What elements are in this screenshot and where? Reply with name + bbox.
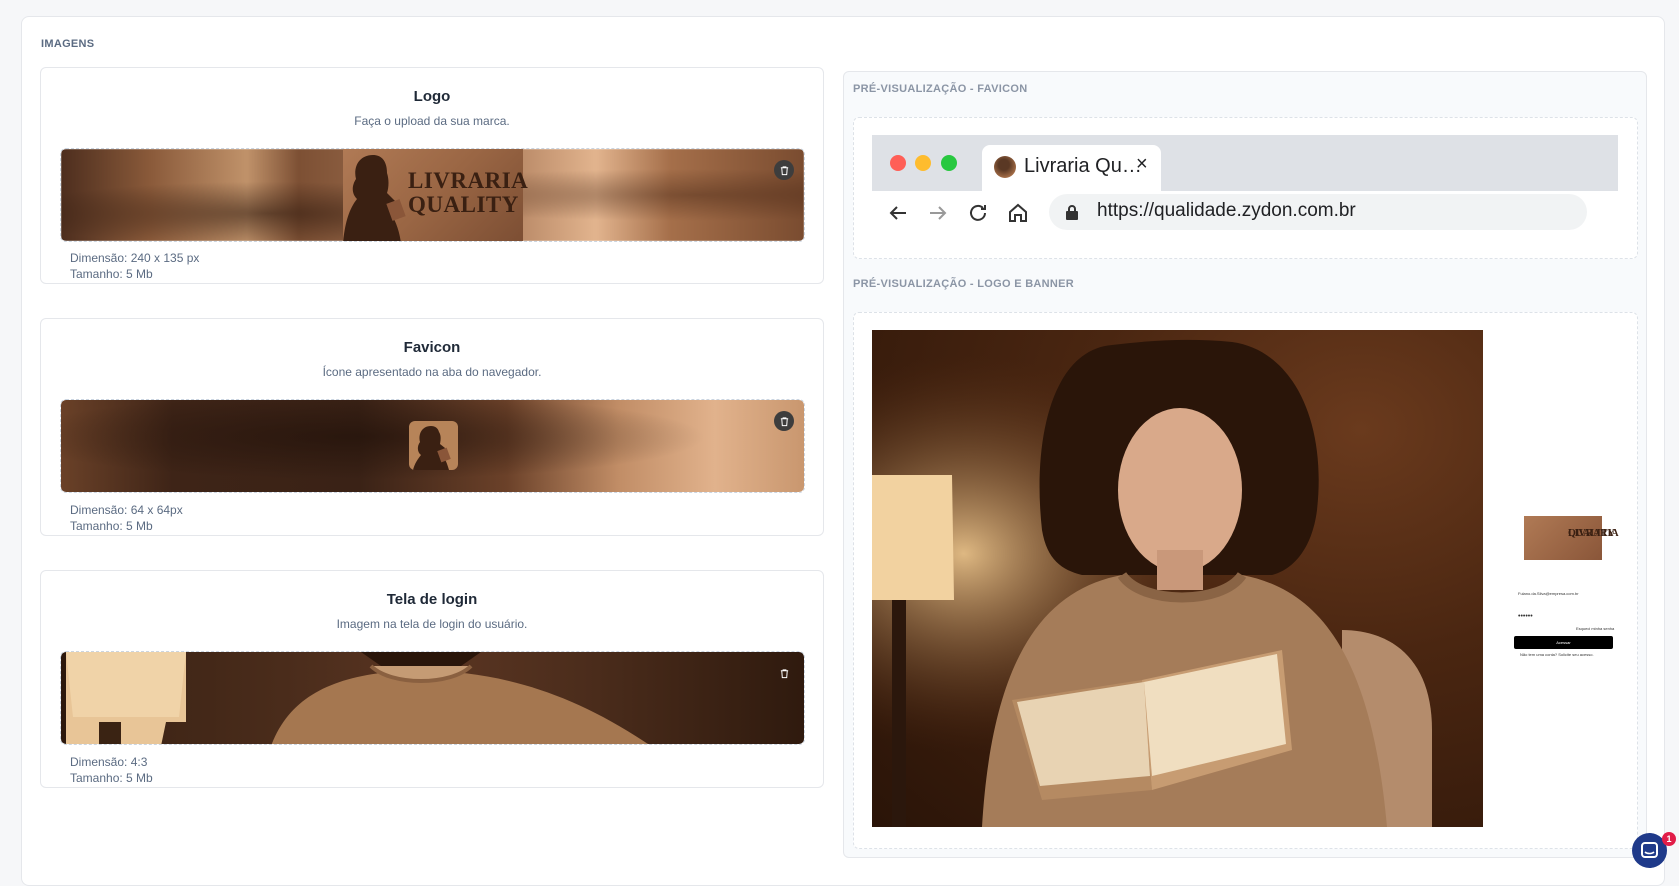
mini-logo: LIVRARIA QUALITY [1524, 516, 1619, 560]
mini-forgot-link: Esqueci minha senha [1576, 626, 1615, 631]
login-image-preview[interactable] [60, 651, 805, 745]
logo-image-preview[interactable]: LIVRARIA QUALITY [60, 148, 805, 242]
forward-arrow-icon [930, 206, 947, 220]
login-size: Tamanho: 5 Mb [70, 771, 153, 785]
url-text: https://qualidade.zydon.com.br [1097, 200, 1356, 221]
logo-dimension: Dimensão: 240 x 135 px [70, 251, 200, 265]
logo-card-subtitle: Faça o upload da sua marca. [354, 114, 510, 128]
tab-favicon-icon [994, 156, 1016, 178]
login-banner-photo [872, 330, 1483, 827]
favicon-image [409, 421, 458, 470]
reload-icon [970, 204, 986, 221]
delete-logo-button[interactable] [774, 160, 794, 180]
mini-footer-text: Não tem uma conta? Solicite seu acesso. [1520, 652, 1594, 657]
favicon-preview-label: PRÉ-VISUALIZAÇÃO - FAVICON [853, 83, 1028, 95]
logo-image: LIVRARIA QUALITY [343, 149, 528, 241]
maximize-dot [941, 155, 957, 171]
mini-email-value: Fulano.da.Silva@empresa.com.br [1518, 591, 1579, 596]
address-bar: https://qualidade.zydon.com.br [1049, 194, 1587, 230]
login-upload-card: Tela de login Imagem na tela de login do… [40, 570, 824, 788]
browser-tab: Livraria Qu… × [982, 145, 1161, 191]
logo-upload-card: Logo Faça o upload da sua marca. LIVRARI… [40, 67, 824, 284]
favicon-card-title: Favicon [403, 339, 461, 356]
favicon-meta: Dimensão: 64 x 64px Tamanho: 5 Mb [70, 502, 183, 534]
browser-toolbar: https://qualidade.zydon.com.br [872, 191, 1618, 239]
favicon-preview-box: Livraria Qu… × https://qualidade.zydon.c… [853, 117, 1638, 259]
favicon-card-subtitle: Ícone apresentado na aba do navegador. [322, 365, 542, 379]
reading-woman-silhouette-icon [343, 155, 406, 241]
trash-icon [780, 416, 788, 426]
preview-panel: PRÉ-VISUALIZAÇÃO - FAVICON Livraria Qu… … [843, 71, 1647, 858]
section-title: IMAGENS [41, 38, 95, 50]
banner-preview-box: LIVRARIA QUALITY Fulano.da.Silva@empresa.… [853, 312, 1638, 849]
mini-password-value: •••••• [1518, 613, 1533, 620]
reading-woman-photo [872, 330, 1483, 827]
logo-meta: Dimensão: 240 x 135 px Tamanho: 5 Mb [70, 250, 199, 282]
logo-size: Tamanho: 5 Mb [70, 267, 153, 281]
logo-card-title: Logo [413, 88, 451, 105]
home-icon [1009, 203, 1027, 222]
tab-title: Livraria Qu… [1024, 155, 1142, 177]
mini-access-button: Acessar [1514, 636, 1613, 649]
mini-login-form: LIVRARIA QUALITY Fulano.da.Silva@empresa.… [1514, 330, 1619, 827]
browser-mockup: Livraria Qu… × https://qualidade.zydon.c… [872, 135, 1618, 239]
login-meta: Dimensão: 4:3 Tamanho: 5 Mb [70, 754, 153, 786]
close-dot [890, 155, 906, 171]
lock-icon [1066, 205, 1078, 220]
delete-login-image-button[interactable] [774, 663, 794, 683]
login-card-subtitle: Imagem na tela de login do usuário. [336, 617, 528, 631]
tab-close-icon: × [1136, 153, 1148, 175]
login-dimension: Dimensão: 4:3 [70, 755, 148, 769]
favicon-dimension: Dimensão: 64 x 64px [70, 503, 183, 517]
images-section-card: IMAGENS Logo Faça o upload da sua marca.… [21, 16, 1665, 886]
favicon-upload-card: Favicon Ícone apresentado na aba do nave… [40, 318, 824, 536]
logo-image-text: LIVRARIA QUALITY [408, 168, 529, 217]
chat-notification-badge: 1 [1662, 832, 1676, 846]
login-photo-crop [66, 652, 648, 744]
favicon-size: Tamanho: 5 Mb [70, 519, 153, 533]
trash-icon [780, 165, 788, 175]
banner-preview-label: PRÉ-VISUALIZAÇÃO - LOGO E BANNER [853, 278, 1075, 290]
delete-favicon-button[interactable] [774, 411, 794, 431]
minimize-dot [915, 155, 931, 171]
back-arrow-icon [889, 206, 906, 220]
favicon-image-preview[interactable] [60, 399, 805, 493]
login-card-title: Tela de login [386, 591, 478, 608]
reading-woman-favicon-icon [413, 426, 451, 470]
trash-icon [780, 668, 788, 678]
